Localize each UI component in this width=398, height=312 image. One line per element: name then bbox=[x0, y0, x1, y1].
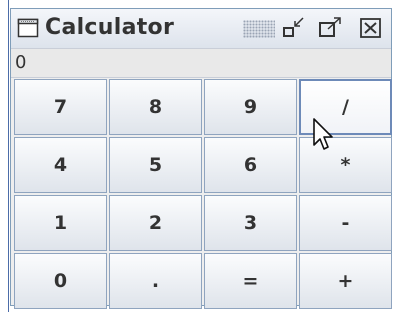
key-6[interactable]: 6 bbox=[204, 137, 297, 193]
key-0[interactable]: 0 bbox=[14, 253, 107, 309]
key-3[interactable]: 3 bbox=[204, 195, 297, 251]
key-7[interactable]: 7 bbox=[14, 79, 107, 135]
keypad: 7 8 9 / 4 5 6 * 1 2 3 - 0 . = + bbox=[11, 78, 392, 309]
calculator-window: Calculator 0 7 8 9 / 4 5 6 * 1 2 3 - 0 .… bbox=[10, 8, 392, 309]
key-1[interactable]: 1 bbox=[14, 195, 107, 251]
key-5[interactable]: 5 bbox=[109, 137, 202, 193]
title-bar[interactable]: Calculator bbox=[11, 9, 391, 48]
title-grip bbox=[243, 20, 275, 38]
maximize-icon[interactable] bbox=[317, 15, 345, 41]
key-9[interactable]: 9 bbox=[204, 79, 297, 135]
key-4[interactable]: 4 bbox=[14, 137, 107, 193]
key-multiply[interactable]: * bbox=[299, 137, 392, 193]
window-title: Calculator bbox=[45, 15, 175, 40]
calculator-display: 0 bbox=[11, 48, 391, 78]
key-2[interactable]: 2 bbox=[109, 195, 202, 251]
key-8[interactable]: 8 bbox=[109, 79, 202, 135]
key-decimal[interactable]: . bbox=[109, 253, 202, 309]
key-divide[interactable]: / bbox=[299, 79, 392, 135]
background-frame-line bbox=[8, 0, 9, 312]
key-subtract[interactable]: - bbox=[299, 195, 392, 251]
app-window-icon bbox=[17, 18, 39, 38]
key-equals[interactable]: = bbox=[204, 253, 297, 309]
minimize-icon[interactable] bbox=[281, 15, 309, 41]
close-icon[interactable] bbox=[357, 15, 385, 41]
key-add[interactable]: + bbox=[299, 253, 392, 309]
display-value: 0 bbox=[15, 52, 27, 73]
